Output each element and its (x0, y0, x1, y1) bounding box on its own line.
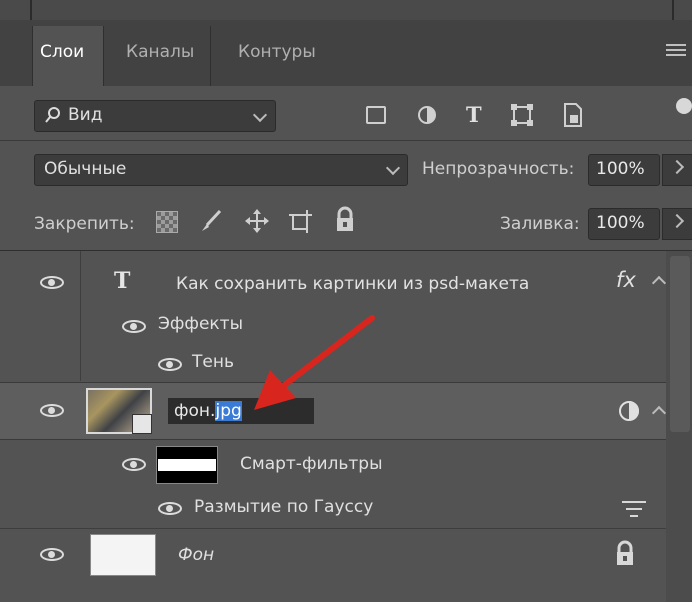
eye-icon[interactable] (122, 458, 146, 471)
smart-filter-icon (619, 401, 639, 421)
filter-toggle-icon[interactable] (676, 98, 692, 114)
panel-divider-right (672, 0, 674, 20)
panel-divider (30, 0, 32, 20)
layer-name-prefix: фон. (174, 401, 216, 421)
lock-image-brush-icon[interactable] (198, 208, 224, 234)
smart-object-filter-icon[interactable] (562, 102, 584, 128)
tab-layers-label[interactable]: Слои (40, 42, 84, 62)
mask-white-band (158, 459, 216, 471)
layer-name-background[interactable]: Фон (178, 545, 214, 565)
filter-kind-label: Вид (68, 105, 103, 125)
drop-shadow-label: Тень (192, 352, 234, 372)
type-filter-icon[interactable]: T (466, 102, 482, 127)
eye-icon[interactable] (40, 276, 64, 289)
lock-transparent-icon[interactable] (156, 211, 178, 233)
gaussian-blur-label[interactable]: Размытие по Гауссу (194, 497, 373, 517)
fill-label: Заливка: (500, 214, 580, 234)
effects-label: Эффекты (158, 314, 243, 334)
eye-icon[interactable] (158, 358, 182, 371)
opacity-label: Непрозрачность: (422, 159, 575, 179)
fill-value: 100% (596, 213, 645, 233)
layer-name-text[interactable]: Как сохранить картинки из psd-макета (176, 274, 529, 294)
blend-mode-value: Обычные (44, 159, 127, 179)
tab-separator (210, 26, 211, 86)
panel-top-strip (0, 0, 692, 20)
lock-all-icon[interactable] (334, 206, 356, 234)
panel-menu-icon[interactable] (666, 44, 686, 60)
eye-icon[interactable] (122, 320, 146, 333)
eye-icon[interactable] (158, 502, 182, 515)
lock-position-move-icon[interactable] (244, 208, 270, 234)
fx-icon[interactable]: fx (616, 268, 636, 292)
selected-text: jpg (215, 401, 242, 421)
smart-filters-label: Смарт-фильтры (240, 454, 383, 474)
lock-label: Закрепить: (34, 214, 135, 234)
search-icon (45, 107, 60, 123)
red-arrow-annotation (254, 315, 375, 410)
smart-object-badge-icon (132, 414, 152, 434)
adjustment-filter-icon[interactable] (416, 104, 438, 126)
divider (0, 140, 692, 141)
tab-paths[interactable]: Контуры (238, 42, 316, 62)
layer-name-editing[interactable]: фон.jpg (174, 401, 242, 421)
filter-blending-options-icon[interactable] (620, 498, 648, 520)
eye-icon[interactable] (40, 548, 64, 561)
shape-filter-icon[interactable] (510, 103, 534, 127)
type-layer-icon: T (114, 268, 131, 294)
tab-channels[interactable]: Каналы (126, 42, 194, 62)
lock-artboard-icon[interactable] (288, 208, 314, 234)
lock-icon (617, 540, 633, 565)
scrollbar-thumb[interactable] (670, 256, 690, 432)
eye-icon[interactable] (40, 404, 64, 417)
opacity-value: 100% (596, 159, 645, 179)
pixel-layer-filter-icon[interactable] (366, 106, 386, 124)
layer-thumbnail-white[interactable] (90, 534, 156, 576)
